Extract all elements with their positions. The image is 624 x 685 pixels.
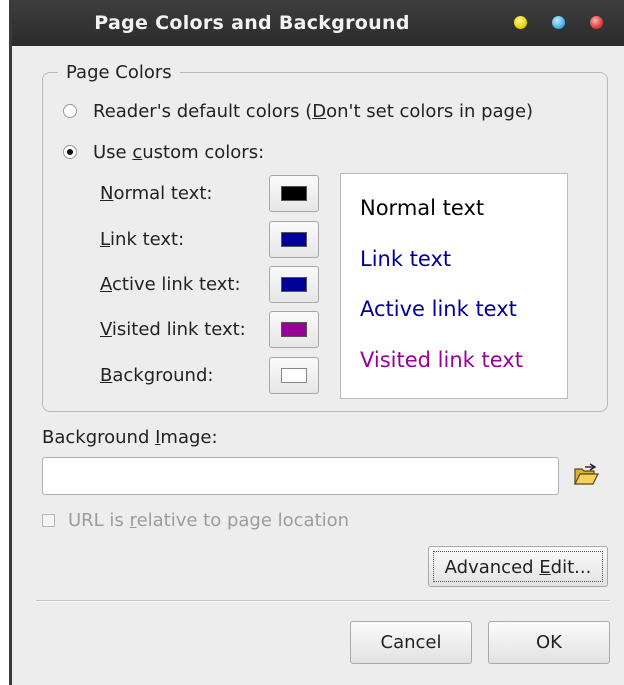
- maximize-button[interactable]: [552, 16, 565, 29]
- preview-visited-link-text: Visited link text: [360, 348, 523, 372]
- open-folder-icon[interactable]: [573, 463, 599, 487]
- background-swatch: [281, 368, 307, 383]
- button-separator: [36, 600, 610, 602]
- normal-text-swatch: [281, 186, 307, 201]
- visited-link-text-swatch: [281, 322, 307, 337]
- close-button[interactable]: [590, 16, 603, 29]
- page-colors-legend: Page Colors: [58, 61, 180, 85]
- custom-colors-radio[interactable]: [63, 145, 77, 159]
- color-preview-panel: Normal text Link text Active link text V…: [340, 173, 568, 399]
- dialog-window: Page Colors and Background Page Colors R…: [9, 0, 624, 685]
- visited-link-text-color-button[interactable]: [269, 311, 319, 348]
- advanced-edit-button[interactable]: Advanced Edit...: [428, 546, 608, 587]
- background-color-button[interactable]: [269, 357, 319, 394]
- minimize-button[interactable]: [514, 16, 527, 29]
- default-colors-option[interactable]: Reader's default colors (Don't set color…: [63, 97, 533, 125]
- relative-url-option[interactable]: URL is relative to page location: [42, 507, 349, 533]
- active-link-text-color-button[interactable]: [269, 266, 319, 303]
- window-title: Page Colors and Background: [94, 12, 410, 34]
- background-color-label: Background:: [100, 365, 214, 386]
- default-colors-label: Reader's default colors (Don't set color…: [93, 100, 534, 122]
- custom-colors-option[interactable]: Use custom colors:: [63, 138, 264, 166]
- active-link-text-label: Active link text:: [100, 274, 241, 295]
- relative-url-checkbox[interactable]: [42, 513, 55, 527]
- visited-link-text-label: Visited link text:: [100, 319, 246, 340]
- title-bar[interactable]: Page Colors and Background: [12, 0, 624, 46]
- link-text-label: Link text:: [100, 229, 185, 250]
- normal-text-label: Normal text:: [100, 183, 213, 204]
- active-link-text-swatch: [281, 277, 307, 292]
- background-image-input[interactable]: [42, 457, 559, 495]
- default-colors-radio[interactable]: [63, 104, 77, 118]
- custom-colors-label: Use custom colors:: [93, 141, 265, 163]
- preview-normal-text: Normal text: [360, 196, 485, 220]
- link-text-swatch: [281, 232, 307, 247]
- cancel-button[interactable]: Cancel: [350, 621, 472, 664]
- link-text-color-button[interactable]: [269, 221, 319, 258]
- preview-active-link-text: Active link text: [360, 297, 517, 321]
- background-image-label: Background Image:: [42, 427, 218, 448]
- preview-link-text: Link text: [360, 247, 452, 271]
- advanced-edit-label: Advanced Edit...: [433, 551, 603, 582]
- normal-text-color-button[interactable]: [269, 175, 319, 212]
- ok-button[interactable]: OK: [488, 621, 610, 664]
- relative-url-label: URL is relative to page location: [68, 509, 350, 531]
- page-colors-group: Page Colors Reader's default colors (Don…: [42, 61, 608, 412]
